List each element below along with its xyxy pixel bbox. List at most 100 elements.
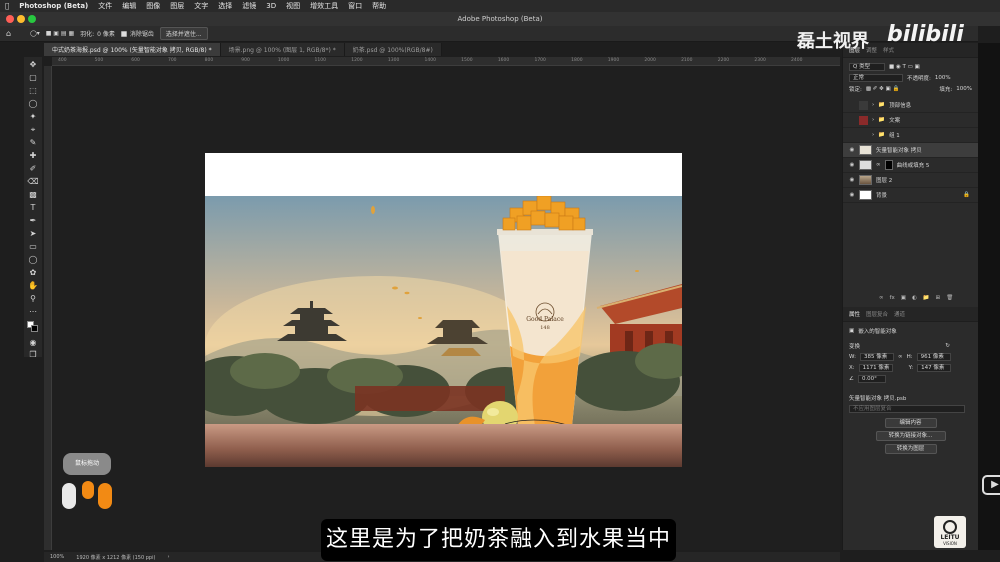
ruler-tick-label: 500 bbox=[94, 58, 104, 63]
convert-linked-button[interactable]: 转换为链接对象... bbox=[875, 431, 946, 441]
constrain-icon[interactable]: ∞ bbox=[898, 354, 903, 360]
tab-milktea[interactable]: 奶茶.psd @ 100%(RGB/8#) bbox=[344, 43, 442, 56]
height-input[interactable]: 961 像素 bbox=[916, 352, 951, 361]
zoom-level[interactable]: 100% bbox=[50, 554, 64, 560]
chevron-right-icon[interactable]: › bbox=[872, 117, 874, 123]
layer-row[interactable]: › 📁 组 1 bbox=[843, 128, 978, 143]
layer-row[interactable]: › 📁 文案 bbox=[843, 113, 978, 128]
magic-wand-tool-icon[interactable]: ✦ bbox=[27, 111, 39, 123]
menu-type[interactable]: 文字 bbox=[189, 1, 213, 11]
menu-3d[interactable]: 3D bbox=[261, 2, 281, 10]
healing-brush-tool-icon[interactable]: ✚ bbox=[27, 150, 39, 162]
convert-to-layers-button[interactable]: 转换为图层 bbox=[884, 444, 937, 454]
lock-icons[interactable]: ▩ ✐ ✥ ▣ 🔒 bbox=[866, 86, 899, 92]
chevron-right-icon[interactable]: › bbox=[167, 554, 169, 560]
custom-shape-tool-icon[interactable]: ✿ bbox=[27, 267, 39, 279]
fill-input[interactable]: 100% bbox=[956, 86, 972, 92]
new-layer-icon[interactable]: ⊞ bbox=[936, 295, 941, 301]
tv-play-icon[interactable]: ▶ bbox=[982, 475, 1000, 495]
ellipse-tool-icon[interactable]: ◯ bbox=[27, 254, 39, 266]
fx-icon[interactable]: fx bbox=[890, 295, 895, 301]
layer-row[interactable]: ◉ ∞ 曲线或填充 5 bbox=[843, 158, 978, 173]
menu-image[interactable]: 图像 bbox=[141, 1, 165, 11]
eye-icon[interactable]: ◉ bbox=[849, 177, 855, 183]
color-tag-icon bbox=[859, 131, 868, 140]
select-and-mask-button[interactable]: 选择并遮住... bbox=[159, 27, 208, 40]
layer-name: 图层 2 bbox=[876, 178, 893, 184]
layer-row-selected[interactable]: ◉ 矢量智能对象 拷贝 bbox=[843, 143, 978, 158]
layer-row[interactable]: ◉ 图层 2 bbox=[843, 173, 978, 188]
feather-input[interactable]: 0 像素 bbox=[97, 29, 115, 38]
rectangle-tool-icon[interactable]: ▭ bbox=[27, 241, 39, 253]
menu-window[interactable]: 窗口 bbox=[343, 1, 367, 11]
delete-layer-icon[interactable]: 🗑 bbox=[946, 295, 953, 301]
folder-icon: 📁 bbox=[878, 132, 886, 138]
link-layers-icon[interactable]: ∞ bbox=[879, 295, 884, 301]
filter-icons[interactable]: ■ ◉ T ▭ ▣ bbox=[889, 64, 920, 70]
home-icon[interactable]: ⌂ bbox=[6, 29, 11, 38]
crop-tool-icon[interactable]: ⌖ bbox=[27, 124, 39, 136]
chevron-right-icon[interactable]: › bbox=[872, 132, 874, 138]
menu-app-name[interactable]: Photoshop (Beta) bbox=[14, 2, 93, 10]
more-tools-icon[interactable]: ⋯ bbox=[27, 306, 39, 318]
w-label: W: bbox=[849, 353, 856, 360]
x-input[interactable]: 1171 像素 bbox=[858, 363, 893, 372]
opacity-input[interactable]: 100% bbox=[935, 75, 951, 81]
tab-layer-comps[interactable]: 图层复合 bbox=[866, 310, 888, 318]
selection-mode-icons[interactable]: ■ ▣ ▤ ▦ bbox=[46, 30, 74, 37]
tab-properties[interactable]: 属性 bbox=[849, 310, 860, 318]
menu-view[interactable]: 视图 bbox=[281, 1, 305, 11]
eraser-tool-icon[interactable]: ⌫ bbox=[27, 176, 39, 188]
menu-select[interactable]: 选择 bbox=[213, 1, 237, 11]
layer-filter-select[interactable]: Q 类型 bbox=[849, 62, 885, 71]
document-canvas[interactable]: Good Palace 148 bbox=[205, 153, 682, 467]
apple-icon[interactable]:  bbox=[0, 2, 14, 10]
layer-row[interactable]: › 📁 顶部信息 bbox=[843, 98, 978, 113]
eye-icon[interactable]: ◉ bbox=[849, 192, 855, 198]
path-selection-tool-icon[interactable]: ➤ bbox=[27, 228, 39, 240]
hand-tool-icon[interactable]: ✋ bbox=[27, 280, 39, 292]
move-tool-icon[interactable]: ✥ bbox=[27, 59, 39, 71]
eye-icon[interactable]: ◉ bbox=[849, 147, 855, 153]
properties-buttons: 编辑内容 转换为链接对象... 转换为图层 bbox=[843, 418, 978, 454]
gradient-tool-icon[interactable]: ▩ bbox=[27, 189, 39, 201]
blend-row: 正常 不透明度: 100% bbox=[843, 72, 978, 83]
angle-input[interactable]: 0.00° bbox=[857, 374, 886, 383]
type-tool-icon[interactable]: T bbox=[27, 202, 39, 214]
menu-layer[interactable]: 图层 bbox=[165, 1, 189, 11]
artboard-tool-icon[interactable]: ▢ bbox=[27, 72, 39, 84]
menu-help[interactable]: 帮助 bbox=[367, 1, 391, 11]
layer-comp-select[interactable]: 不应用图层复合 bbox=[849, 404, 965, 413]
menu-file[interactable]: 文件 bbox=[93, 1, 117, 11]
brush-tool-icon[interactable]: ✐ bbox=[27, 163, 39, 175]
marquee-tool-icon[interactable]: ⬚ bbox=[27, 85, 39, 97]
tab-channels[interactable]: 通道 bbox=[894, 310, 905, 318]
width-input[interactable]: 385 像素 bbox=[859, 352, 894, 361]
menu-plugins[interactable]: 增效工具 bbox=[305, 1, 343, 11]
menu-filter[interactable]: 滤镜 bbox=[237, 1, 261, 11]
adjustment-icon[interactable]: ◐ bbox=[912, 295, 917, 301]
y-input[interactable]: 147 像素 bbox=[917, 363, 952, 372]
document-info[interactable]: 1920 像素 x 1212 像素 (150 ppi) bbox=[76, 554, 155, 561]
quick-mask-icon[interactable]: ◉ bbox=[27, 337, 39, 349]
menu-edit[interactable]: 编辑 bbox=[117, 1, 141, 11]
new-group-icon[interactable]: 📁 bbox=[923, 295, 930, 301]
layer-row[interactable]: ◉ 背景 🔒 bbox=[843, 188, 978, 203]
color-swatches-icon[interactable] bbox=[27, 321, 39, 333]
zoom-tool-icon[interactable]: ⚲ bbox=[27, 293, 39, 305]
antialias-checkbox[interactable]: 消除锯齿 bbox=[120, 29, 154, 38]
chevron-right-icon[interactable]: › bbox=[872, 102, 874, 108]
reset-transform-icon[interactable]: ↻ bbox=[945, 343, 972, 349]
blend-mode-select[interactable]: 正常 bbox=[849, 73, 903, 82]
screen-mode-icon[interactable]: ❒ bbox=[27, 349, 39, 361]
eye-icon[interactable]: ◉ bbox=[849, 162, 855, 168]
edit-contents-button[interactable]: 编辑内容 bbox=[884, 418, 937, 428]
tab-scene[interactable]: 场景.png @ 100% (图层 1, RGB/8*) * bbox=[220, 43, 345, 56]
lasso-tool-preset-icon[interactable]: ◯▾ bbox=[30, 30, 40, 37]
add-mask-icon[interactable]: ▣ bbox=[901, 295, 906, 301]
pen-tool-icon[interactable]: ✒ bbox=[27, 215, 39, 227]
eyedropper-tool-icon[interactable]: ✎ bbox=[27, 137, 39, 149]
leitu-logo: LEITU VISION bbox=[934, 516, 966, 548]
tab-poster[interactable]: 中式奶茶海报.psd @ 100% (矢量智能对象 拷贝, RGB/8) * bbox=[44, 43, 221, 56]
lasso-tool-icon[interactable]: ◯ bbox=[27, 98, 39, 110]
